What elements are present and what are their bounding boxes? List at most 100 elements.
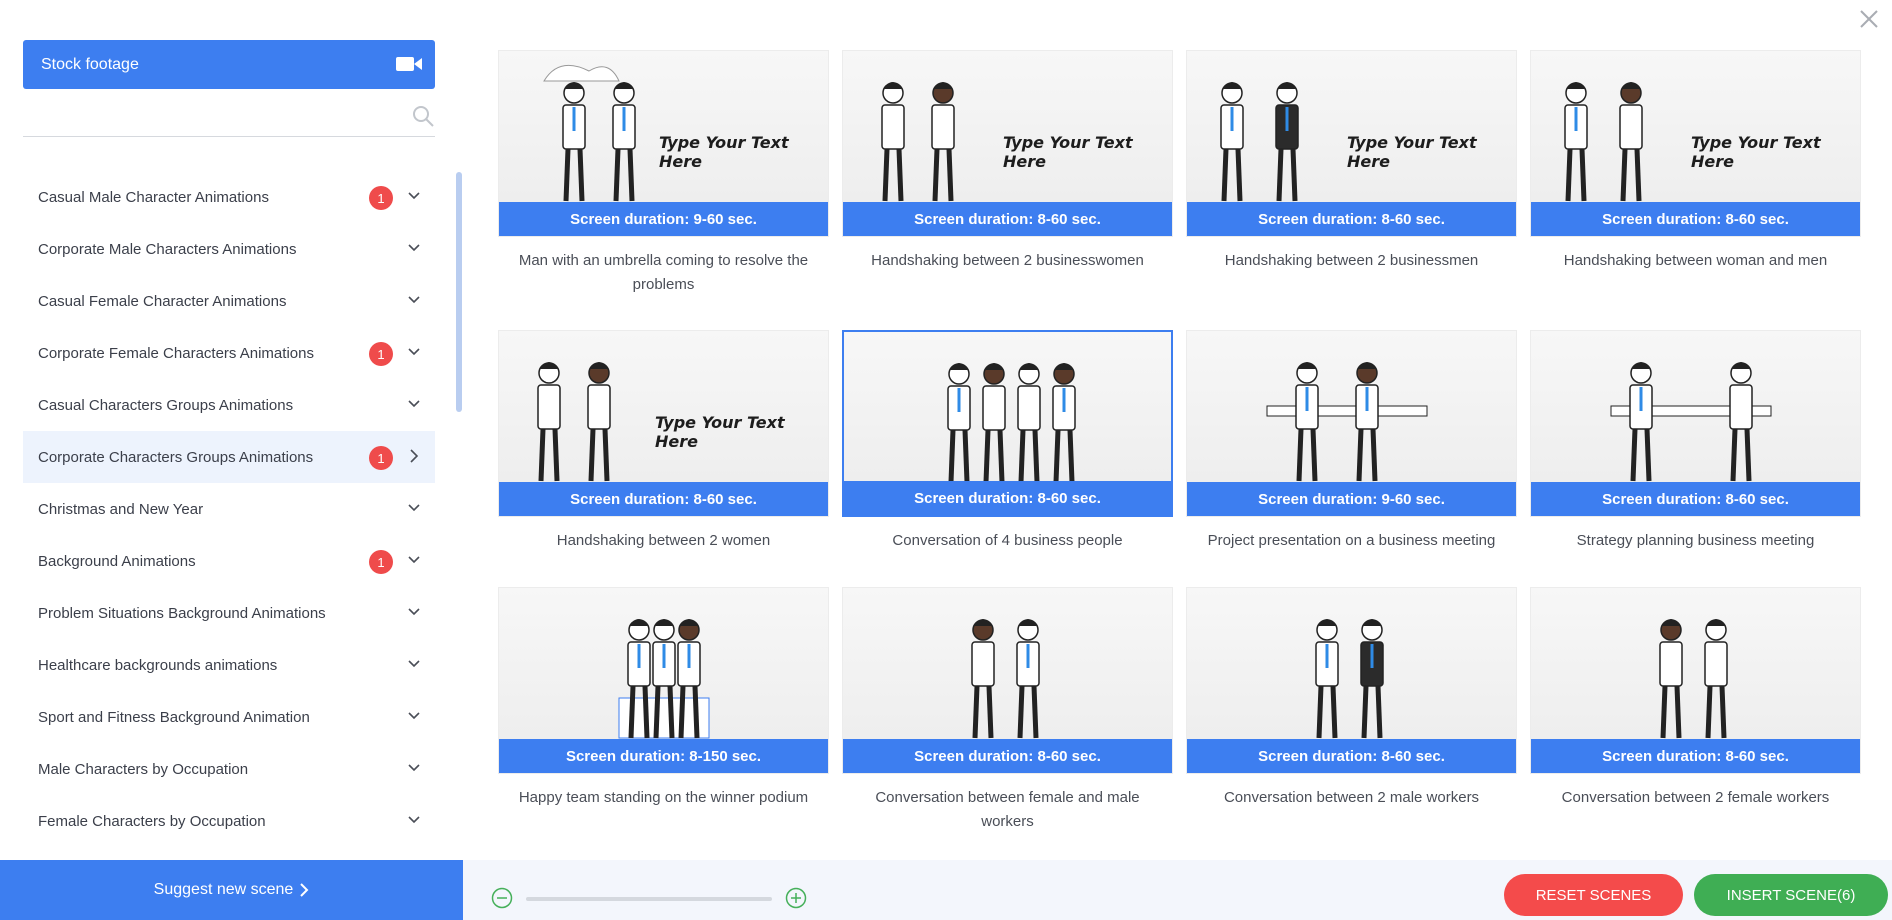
scene-illustration (1610, 362, 1772, 482)
scene-card[interactable]: Screen duration: 8-60 sec. Conversation o… (842, 330, 1173, 553)
close-icon[interactable] (1856, 6, 1882, 32)
chevron-down-icon[interactable] (407, 293, 421, 307)
scene-title: Handshaking between 2 women (556, 532, 771, 549)
insert-scene-button[interactable]: INSERT SCENE(6) (1694, 874, 1888, 916)
sidebar: Stock footage Casual Male Character Anim… (0, 0, 463, 920)
suggest-new-scene-button[interactable]: Suggest new scene (0, 860, 463, 920)
scene-thumbnail[interactable]: Type Your Text Here Screen duration: 8-60… (498, 330, 829, 517)
search-input[interactable] (23, 96, 393, 134)
scene-illustration (1564, 82, 1643, 202)
count-badge: 1 (369, 446, 393, 470)
overlay-text: Type Your Text Here (1347, 133, 1477, 171)
scene-card[interactable]: Type Your Text Here Screen duration: 8-60… (1186, 50, 1517, 273)
category-label: Problem Situations Background Animations (38, 604, 326, 622)
scene-card[interactable]: Type Your Text Here Screen duration: 8-60… (498, 330, 829, 553)
scene-thumbnail[interactable]: Screen duration: 8-60 sec. (1186, 587, 1517, 774)
chevron-down-icon[interactable] (407, 709, 421, 723)
category-label: Background Animations (38, 552, 196, 570)
category-item[interactable]: Casual Female Character Animations (23, 275, 435, 327)
duration-bar: Screen duration: 8-60 sec. (1531, 202, 1860, 236)
scene-thumbnail[interactable]: Screen duration: 8-60 sec. (1530, 587, 1861, 774)
scene-illustration (947, 363, 1076, 483)
category-label: Corporate Characters Groups Animations (38, 448, 314, 466)
scene-card[interactable]: Screen duration: 8-60 sec. Strategy plann… (1530, 330, 1861, 553)
category-label: Healthcare backgrounds animations (38, 656, 278, 674)
category-item[interactable]: Casual Male Character Animations 1 (23, 171, 435, 223)
category-item[interactable]: Male Characters by Occupation (23, 743, 435, 795)
scene-illustration (543, 64, 636, 202)
scene-card[interactable]: Screen duration: 9-60 sec. Project presen… (1186, 330, 1517, 553)
category-label: Casual Characters Groups Animations (38, 396, 294, 414)
category-item[interactable]: Female Characters by Occupation (23, 795, 435, 847)
zoom-out-icon[interactable] (491, 887, 513, 909)
category-label: Casual Female Character Animations (38, 292, 287, 310)
scene-illustration (618, 619, 710, 739)
zoom-slider[interactable] (526, 897, 772, 901)
scene-illustration (971, 619, 1040, 739)
duration-bar: Screen duration: 8-60 sec. (843, 202, 1172, 236)
search-icon[interactable] (411, 104, 435, 128)
suggest-label: Suggest new scene (153, 881, 294, 898)
duration-bar: Screen duration: 9-60 sec. (1187, 482, 1516, 516)
scene-title: Conversation of 4 business people (892, 532, 1123, 549)
scene-card[interactable]: Screen duration: 8-60 sec. Conversation b… (1186, 587, 1517, 810)
chevron-down-icon[interactable] (407, 189, 421, 203)
scene-card[interactable]: Type Your Text Here Screen duration: 8-60… (842, 50, 1173, 273)
category-label: Female Characters by Occupation (38, 812, 266, 830)
scene-picker-dialog: Stock footage Casual Male Character Anim… (0, 0, 1892, 920)
category-item[interactable]: Casual Characters Groups Animations (23, 379, 435, 431)
scene-thumbnail[interactable]: Screen duration: 8-60 sec. (1530, 330, 1861, 517)
category-item[interactable]: Corporate Male Characters Animations (23, 223, 435, 275)
scene-title: Handshaking between woman and men (1563, 252, 1828, 269)
category-label: Male Characters by Occupation (38, 760, 249, 778)
duration-bar: Screen duration: 8-150 sec. (499, 739, 828, 773)
scene-illustration (1220, 82, 1299, 202)
scene-card[interactable]: Screen duration: 8-60 sec. Conversation b… (842, 587, 1173, 834)
chevron-down-icon[interactable] (407, 553, 421, 567)
category-item[interactable]: Healthcare backgrounds animations (23, 639, 435, 691)
zoom-in-icon[interactable] (785, 887, 807, 909)
scene-thumbnail[interactable]: Screen duration: 8-60 sec. (842, 587, 1173, 774)
chevron-right-icon[interactable] (407, 449, 421, 463)
scene-title: Handshaking between 2 businesswomen (871, 252, 1144, 269)
chevron-right-icon (300, 883, 309, 897)
chevron-down-icon[interactable] (407, 605, 421, 619)
reset-scenes-button[interactable]: RESET SCENES (1504, 874, 1683, 916)
duration-bar: Screen duration: 8-60 sec. (844, 481, 1171, 515)
scene-illustration (881, 82, 955, 202)
scene-title: Happy team standing on the winner podium (518, 789, 809, 806)
stock-footage-label: Stock footage (41, 55, 139, 73)
scene-thumbnail[interactable]: Type Your Text Here Screen duration: 9-60… (498, 50, 829, 237)
category-item[interactable]: Sport and Fitness Background Animation (23, 691, 435, 743)
duration-bar: Screen duration: 9-60 sec. (499, 202, 828, 236)
scene-card[interactable]: Type Your Text Here Screen duration: 9-60… (498, 50, 829, 297)
stock-footage-button[interactable]: Stock footage (23, 40, 435, 89)
scene-thumbnail[interactable]: Screen duration: 8-150 sec. (498, 587, 829, 774)
chevron-down-icon[interactable] (407, 241, 421, 255)
sidebar-scrollbar[interactable] (456, 172, 462, 412)
scene-illustration (537, 362, 611, 482)
chevron-down-icon[interactable] (407, 761, 421, 775)
chevron-down-icon[interactable] (407, 657, 421, 671)
category-item[interactable]: Corporate Characters Groups Animations 1 (23, 431, 435, 483)
category-item[interactable]: Problem Situations Background Animations (23, 587, 435, 639)
scene-illustration (1315, 619, 1384, 739)
chevron-down-icon[interactable] (407, 345, 421, 359)
scene-card[interactable]: Screen duration: 8-60 sec. Conversation b… (1530, 587, 1861, 810)
scene-thumbnail[interactable]: Type Your Text Here Screen duration: 8-60… (1186, 50, 1517, 237)
scene-card[interactable]: Type Your Text Here Screen duration: 8-60… (1530, 50, 1861, 273)
category-item[interactable]: Background Animations 1 (23, 535, 435, 587)
scene-thumbnail[interactable]: Type Your Text Here Screen duration: 8-60… (842, 50, 1173, 237)
scene-illustration (1659, 619, 1728, 739)
chevron-down-icon[interactable] (407, 397, 421, 411)
scene-title: Man with an umbrella coming to resolve t… (518, 252, 809, 293)
category-item[interactable]: Corporate Female Characters Animations 1 (23, 327, 435, 379)
scene-thumbnail[interactable]: Type Your Text Here Screen duration: 8-60… (1530, 50, 1861, 237)
scene-thumbnail[interactable]: Screen duration: 8-60 sec. (842, 330, 1173, 517)
scene-thumbnail[interactable]: Screen duration: 9-60 sec. (1186, 330, 1517, 517)
category-item[interactable]: Christmas and New Year (23, 483, 435, 535)
chevron-down-icon[interactable] (407, 813, 421, 827)
chevron-down-icon[interactable] (407, 501, 421, 515)
scene-card[interactable]: Screen duration: 8-150 sec. Happy team st… (498, 587, 829, 810)
duration-bar: Screen duration: 8-60 sec. (1187, 202, 1516, 236)
